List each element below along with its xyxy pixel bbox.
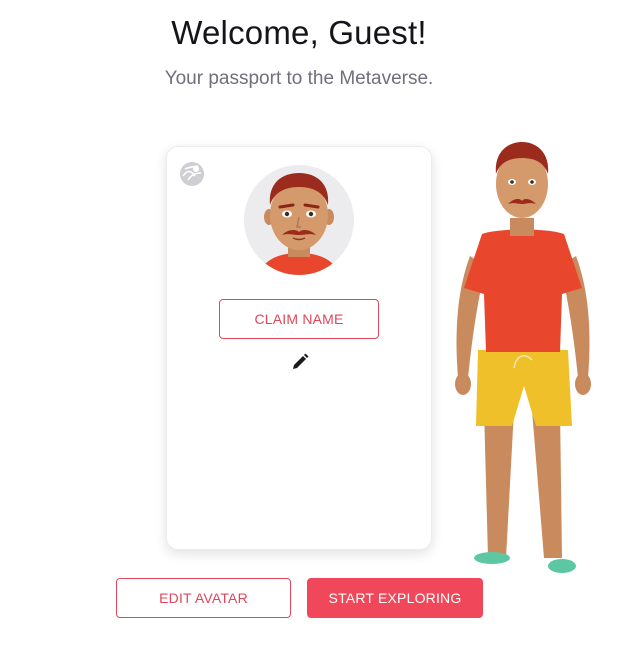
start-exploring-button[interactable]: START EXPLORING [307,578,483,618]
full-body-avatar [455,142,591,573]
page-title: Welcome, Guest! [171,14,427,51]
network-globe-icon [180,162,204,186]
passport-card: CLAIM NAME [166,146,432,550]
welcome-page: Welcome, Guest! Your passport to the Met… [0,0,621,658]
edit-avatar-button[interactable]: EDIT AVATAR [116,578,291,618]
avatar-face [244,165,354,275]
claim-name-button[interactable]: CLAIM NAME [219,299,379,339]
pencil-icon[interactable] [291,353,309,371]
page-subtitle: Your passport to the Metaverse. [164,68,434,89]
